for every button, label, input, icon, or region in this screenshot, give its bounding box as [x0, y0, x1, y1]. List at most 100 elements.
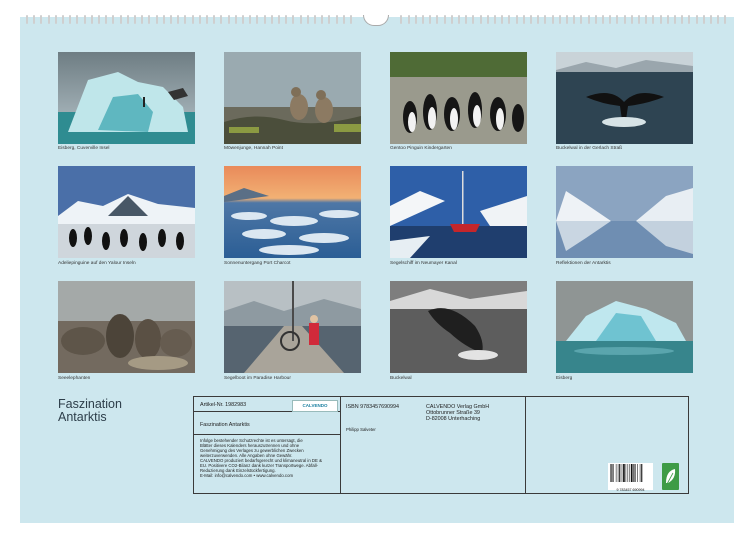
blue-iceberg-photo-icon — [556, 281, 693, 373]
divider — [340, 397, 341, 493]
binding-loop — [328, 15, 330, 24]
binding-loop — [552, 15, 554, 24]
binding-loop — [163, 15, 165, 24]
binding-loop — [717, 15, 719, 24]
divider — [525, 397, 526, 493]
photo-iceberg — [58, 52, 195, 144]
binding-loop — [631, 15, 633, 24]
binding-loop — [76, 15, 78, 24]
hanger-hook — [363, 15, 389, 26]
publisher-logo-text: CALVENDO — [293, 401, 337, 411]
binding-loop — [480, 15, 482, 24]
binding-loop — [213, 15, 215, 24]
binding-loop — [141, 15, 143, 24]
binding-loop — [624, 15, 626, 24]
binding-loop — [112, 15, 114, 24]
imprint-box: Artikel-Nr. 1982983 CALVENDO Faszination… — [193, 396, 689, 494]
binding-loop — [616, 15, 618, 24]
binding-loop — [84, 15, 86, 24]
binding-loop — [48, 15, 50, 24]
binding-loop — [652, 15, 654, 24]
binding-loop — [501, 15, 503, 24]
binding-loop — [696, 15, 698, 24]
wire-binding — [22, 15, 732, 29]
photo-sunset — [224, 166, 361, 258]
eco-badge — [662, 463, 679, 490]
binding-loop — [573, 15, 575, 24]
binding-loop — [588, 15, 590, 24]
binding-loop — [667, 15, 669, 24]
binding-loop — [516, 15, 518, 24]
binding-loop — [55, 15, 57, 24]
barcode-bar — [622, 464, 623, 482]
binding-loop — [69, 15, 71, 24]
photo-elephant-seals — [58, 281, 195, 373]
photo-penguin-colony — [390, 52, 527, 144]
binding-loop — [336, 15, 338, 24]
barcode-bar — [635, 464, 636, 482]
photo-caption: Reflektionen der Antarktis — [556, 261, 611, 266]
photo-blue-iceberg — [556, 281, 693, 373]
photo-caption: Eisberg — [556, 376, 572, 381]
binding-loop — [508, 15, 510, 24]
elephant-seals-photo-icon — [58, 281, 195, 373]
binding-loop — [98, 15, 100, 24]
binding-loop — [645, 15, 647, 24]
penguin-colony-photo-icon — [390, 52, 527, 144]
photo-caption: Seeelephanten — [58, 376, 90, 381]
binding-loop — [40, 15, 42, 24]
barcode-bar — [616, 464, 617, 482]
binding-loop — [192, 15, 194, 24]
binding-loop — [710, 15, 712, 24]
binding-loop — [285, 15, 287, 24]
barcode-bar — [619, 464, 620, 482]
binding-loop — [292, 15, 294, 24]
barcode-bar — [641, 464, 642, 482]
binding-loop — [688, 15, 690, 24]
binding-loop — [206, 15, 208, 24]
calendar-title-small: Faszination Antarktis — [200, 422, 250, 428]
binding-loop — [559, 15, 561, 24]
binding-loop — [451, 15, 453, 24]
binding-loop — [134, 15, 136, 24]
photo-caption: Sonnenuntergang Port Charcot — [224, 261, 290, 266]
sunset-photo-icon — [224, 166, 361, 258]
barcode-icon — [608, 463, 653, 483]
photo-caption: Eisberg, Cuverville Insel — [58, 146, 109, 151]
binding-loop — [638, 15, 640, 24]
barcode-bar — [618, 464, 619, 482]
divider — [194, 434, 340, 435]
binding-loop — [530, 15, 532, 24]
binding-loop — [350, 15, 352, 24]
company-city: D-82008 Unterhaching — [426, 416, 489, 422]
binding-loop — [177, 15, 179, 24]
binding-loop — [544, 15, 546, 24]
binding-loop — [458, 15, 460, 24]
calendar-title: Faszination Antarktis — [58, 398, 122, 424]
leaf-icon — [662, 463, 679, 490]
binding-loop — [307, 15, 309, 24]
binding-loop — [400, 15, 402, 24]
binding-loop — [429, 15, 431, 24]
barcode-bar — [611, 464, 612, 482]
binding-loop — [271, 15, 273, 24]
binding-loop — [422, 15, 424, 24]
photo-caption: Buckelwal — [390, 376, 412, 381]
binding-loop — [148, 15, 150, 24]
binding-loop — [602, 15, 604, 24]
barcode-bar — [628, 464, 629, 482]
binding-loop — [256, 15, 258, 24]
binding-loop — [343, 15, 345, 24]
photo-caption: Segelboot im Paradise Harbour — [224, 376, 291, 381]
photo-breaching-whale — [390, 281, 527, 373]
photo-sailboat-deck — [224, 281, 361, 373]
binding-loop — [580, 15, 582, 24]
binding-loop — [609, 15, 611, 24]
barcode-bar — [637, 464, 638, 482]
binding-loop — [681, 15, 683, 24]
barcode-bar — [631, 464, 633, 482]
photo-sailboat — [390, 166, 527, 258]
barcode-bar — [613, 464, 614, 482]
binding-loop — [674, 15, 676, 24]
binding-loop — [156, 15, 158, 24]
